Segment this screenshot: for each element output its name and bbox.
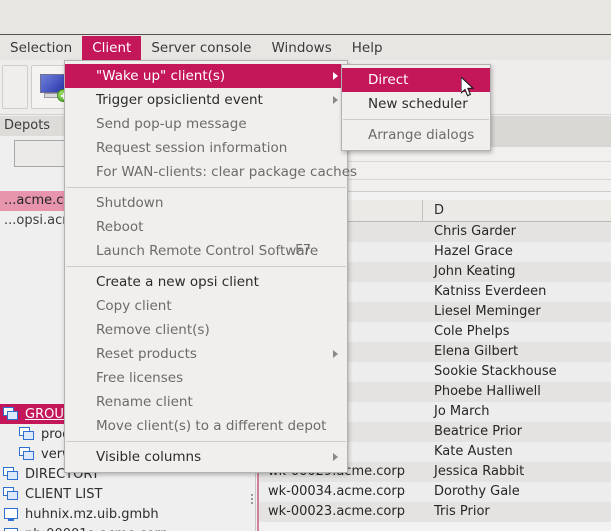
cell-description: John Keating [434, 264, 516, 279]
client-dropdown-menu: "Wake up" client(s) Trigger opsiclientd e… [64, 60, 357, 473]
monitor-icon [3, 527, 20, 531]
cell-description: Chris Garder [434, 224, 516, 239]
menu-item-label: Rename client [96, 394, 193, 410]
menu-item-launch-remote-control-software: Launch Remote Control Software F7 [65, 239, 347, 263]
menu-item-label: Direct [368, 72, 409, 88]
group-icon [19, 446, 36, 462]
menu-item-label: Copy client [96, 298, 172, 314]
menu-item-label: Remove client(s) [96, 322, 210, 338]
table-edge-marker [257, 468, 259, 531]
menu-item-label: Trigger opsiclientd event [96, 92, 263, 108]
menu-item-free-licenses: Free licenses [65, 366, 347, 390]
cell-description: Tris Prior [434, 504, 490, 519]
menu-separator [66, 266, 346, 267]
cell-description: Hazel Grace [434, 244, 513, 259]
cell-description: Elena Gilbert [434, 344, 519, 359]
splitter-grip[interactable] [250, 492, 254, 510]
cell-description: Cole Phelps [434, 324, 510, 339]
menu-separator [66, 187, 346, 188]
tree-item[interactable]: CLIENT LIST [0, 484, 254, 504]
menu-item-shutdown: Shutdown [65, 191, 347, 215]
menu-separator [66, 441, 346, 442]
window-title-strip [0, 0, 611, 35]
chevron-right-icon [333, 350, 338, 358]
menu-item-trigger-opsiclientd-event[interactable]: Trigger opsiclientd event [65, 88, 347, 112]
menubar-item-help[interactable]: Help [342, 36, 393, 60]
menubar-item-selection[interactable]: Selection [0, 36, 82, 60]
menubar-item-server-console[interactable]: Server console [141, 36, 261, 60]
group-icon [3, 486, 20, 502]
menu-item-shortcut: F7 [295, 243, 311, 258]
wake-up-submenu: Direct New scheduler Arrange dialogs [341, 64, 491, 151]
tree-item-label: nb-00001a.acme.corp [25, 527, 168, 531]
cell-description: Katniss Everdeen [434, 284, 547, 299]
menu-item-reboot: Reboot [65, 215, 347, 239]
menu-item-label: Reset products [96, 346, 197, 362]
menu-item-reset-products: Reset products [65, 342, 347, 366]
cell-description: Beatrice Prior [434, 424, 523, 439]
menu-item-arrange-dialogs: Arrange dialogs [342, 123, 490, 147]
table-row[interactable]: wk-00023.acme.corp Tris Prior [257, 502, 611, 522]
menu-item-label: Request session information [96, 140, 288, 156]
menu-item-create-a-new-opsi-client[interactable]: Create a new opsi client [65, 270, 347, 294]
menu-item-label: Free licenses [96, 370, 184, 386]
menu-bar: Selection Client Server console Windows Help [0, 36, 611, 60]
menu-item-label: For WAN-clients: clear package caches [96, 164, 358, 180]
cell-description: Dorothy Gale [434, 484, 520, 499]
menu-item-visible-columns[interactable]: Visible columns [65, 445, 347, 469]
cell-client-name: wk-00034.acme.corp [268, 484, 405, 499]
menu-item-move-client-s-to-a-different-depot: Move client(s) to a different depot [65, 414, 347, 438]
menu-item-new-scheduler[interactable]: New scheduler [342, 92, 490, 116]
menu-item-label: Launch Remote Control Software [96, 243, 319, 259]
cell-client-name: wk-00023.acme.corp [268, 504, 405, 519]
table-row[interactable]: wk-00034.acme.corp Dorothy Gale [257, 482, 611, 502]
group-icon [3, 466, 20, 482]
menubar-item-windows[interactable]: Windows [261, 36, 341, 60]
cell-description: Jessica Rabbit [434, 464, 525, 479]
menu-item-copy-client: Copy client [65, 294, 347, 318]
menu-item-label: "Wake up" client(s) [96, 68, 226, 84]
menubar-item-client[interactable]: Client [82, 36, 142, 60]
group-icon [3, 406, 20, 422]
tree-item[interactable]: huhnix.mz.uib.gmbh [0, 504, 254, 524]
menu-separator [343, 119, 489, 120]
cell-description: Phoebe Halliwell [434, 384, 541, 399]
menu-item-label: Move client(s) to a different depot [96, 418, 327, 434]
menu-item-send-pop-up-message: Send pop-up message [65, 112, 347, 136]
menu-item-for-wan-clients-clear-package-caches: For WAN-clients: clear package caches [65, 160, 357, 184]
menu-item-label: Visible columns [96, 449, 202, 465]
menu-item-request-session-information: Request session information [65, 136, 347, 160]
group-icon [19, 426, 36, 442]
monitor-icon [3, 507, 20, 522]
application-window: Selection Client Server console Windows Help… [0, 0, 611, 531]
menu-item-label: Send pop-up message [96, 116, 247, 132]
menu-item-label: Create a new opsi client [96, 274, 259, 290]
menu-item-rename-client: Rename client [65, 390, 347, 414]
cell-description: Jo March [434, 404, 490, 419]
menu-item-label: New scheduler [368, 96, 468, 112]
menu-item-label: Shutdown [96, 195, 164, 211]
tree-item-label: CLIENT LIST [25, 486, 103, 502]
menu-item-label: Arrange dialogs [368, 127, 475, 143]
menu-item-direct[interactable]: Direct [342, 68, 490, 92]
chevron-right-icon [333, 72, 338, 80]
chevron-right-icon [333, 96, 338, 104]
menu-item-remove-client-s: Remove client(s) [65, 318, 347, 342]
cell-description: Kate Austen [434, 444, 513, 459]
tree-item[interactable]: nb-00001a.acme.corp [0, 524, 254, 531]
menu-item-label: Reboot [96, 219, 144, 235]
toolbar-button-left[interactable] [2, 65, 28, 109]
chevron-right-icon [333, 453, 338, 461]
cell-description: Sookie Stackhouse [434, 364, 557, 379]
column-header[interactable]: D [423, 200, 611, 222]
cell-description: Liesel Meminger [434, 304, 541, 319]
tree-item-label: huhnix.mz.uib.gmbh [25, 506, 159, 522]
menu-item-wake-up-client-s[interactable]: "Wake up" client(s) [65, 64, 347, 88]
